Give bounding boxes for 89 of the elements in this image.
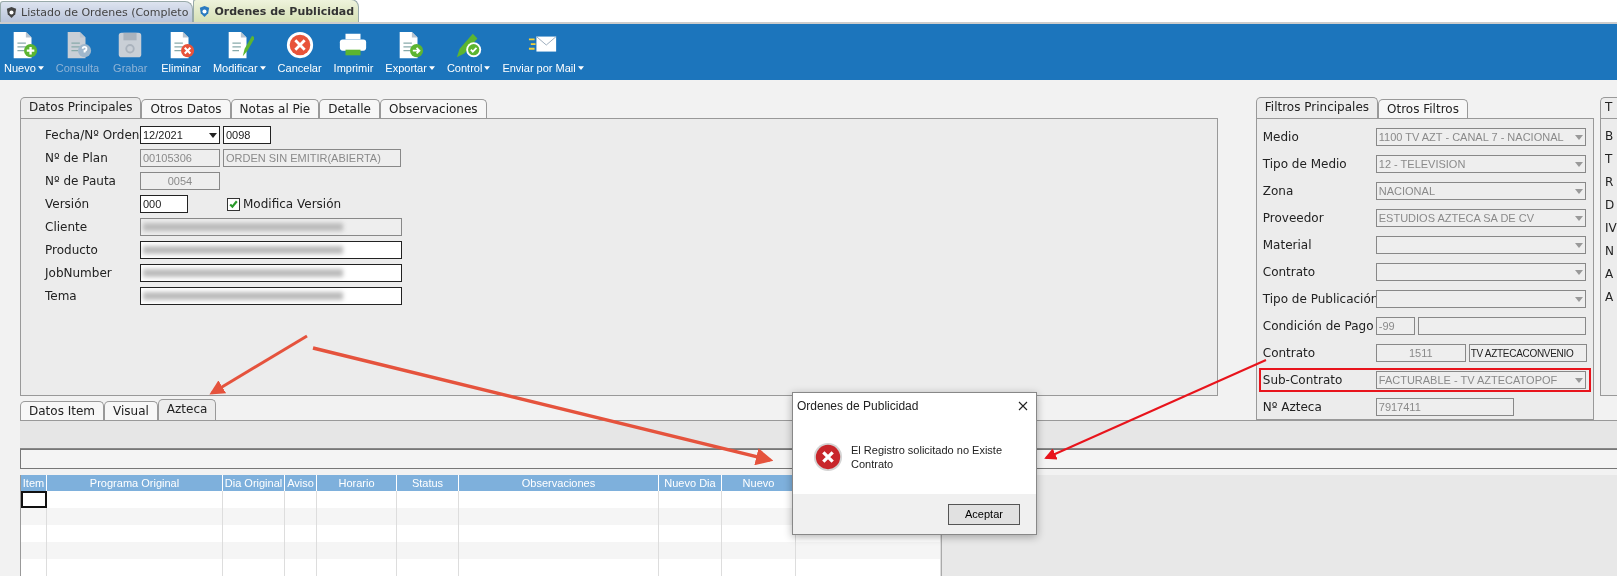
dropdown-field[interactable]: NACIONAL [1375, 182, 1586, 200]
field-label: Tema [45, 289, 78, 303]
field-label: Proveedor [1262, 211, 1325, 225]
field-label: Versión [45, 197, 91, 211]
dropdown-field[interactable] [1375, 263, 1586, 281]
dropdown-arrow-icon [1574, 242, 1583, 248]
field-label: Sub-Contrato [1262, 373, 1344, 387]
tab[interactable]: Filtros Principales [1255, 97, 1378, 118]
field-label: D [1605, 198, 1616, 214]
plan-number-field: 00105306 [140, 149, 220, 167]
toolbar-button[interactable]: Modificar [208, 30, 270, 74]
toolbar-button[interactable]: Eliminar [157, 30, 205, 74]
check-icon [228, 198, 239, 210]
toolbar-button[interactable]: Cancelar [273, 30, 326, 74]
dropdown-arrow-icon [1574, 134, 1583, 140]
status-field: ORDEN SIN EMITIR(ABIERTA) [223, 149, 401, 167]
dropdown-field[interactable]: 1100 TV AZT - CANAL 7 - NACIONAL [1375, 128, 1586, 146]
field-label: Nº Azteca [1262, 400, 1323, 414]
dropdown-arrow-icon [1574, 269, 1583, 275]
field-label: Fecha/Nº Orden [45, 128, 137, 142]
dropdown-arrow-icon [1574, 377, 1583, 383]
tab[interactable]: Otros Filtros [1378, 99, 1468, 118]
month-dropdown[interactable]: 12/2021 [140, 126, 220, 144]
error-icon [813, 441, 843, 472]
field-label: B [1605, 129, 1615, 145]
field-label: Cliente [45, 220, 89, 234]
pauta-field: 0054 [140, 172, 220, 190]
tab[interactable]: Datos Principales [20, 97, 142, 118]
field-label: Material [1262, 238, 1313, 252]
field-label: IV [1605, 221, 1617, 237]
tab[interactable]: Observaciones [380, 99, 487, 118]
tab[interactable]: Notas al Pie [230, 99, 320, 118]
tab[interactable]: Visual [104, 401, 158, 420]
document-tab[interactable]: Ordenes de Publicidad [193, 0, 360, 22]
dropdown-field[interactable]: 12 - TELEVISION [1375, 155, 1586, 173]
tab[interactable]: T [1600, 97, 1617, 118]
toolbar-button[interactable]: Exportar [381, 30, 439, 74]
focused-cell[interactable] [21, 491, 47, 508]
field-label: R [1605, 175, 1615, 191]
toolbar-button[interactable]: Enviar por Mail [498, 30, 588, 74]
field-label: Condición de Pago [1262, 319, 1375, 333]
field-label: Contrato [1262, 265, 1317, 279]
toolbar-button[interactable]: Imprimir [329, 30, 378, 74]
close-icon[interactable] [1018, 401, 1028, 411]
cancel-icon [284, 30, 315, 60]
dropdown-arrow-icon [1574, 215, 1583, 221]
dialog-title: Ordenes de Publicidad [797, 399, 919, 413]
shield-icon [5, 5, 18, 19]
dropdown-field[interactable]: FACTURABLE - TV AZTECATOPOF [1375, 371, 1586, 389]
payment-code-field: -99 [1375, 317, 1415, 335]
version-field[interactable]: 000 [140, 195, 188, 213]
field-label: JobNumber [45, 266, 113, 280]
toolbar-button[interactable]: Control [442, 30, 495, 74]
dropdown-field[interactable] [1375, 290, 1586, 308]
dropdown-arrow-icon [209, 132, 217, 138]
order-number-field[interactable]: 0098 [223, 126, 271, 144]
field-label: N [1605, 244, 1615, 260]
dropdown-arrow-icon [1574, 161, 1583, 167]
field-label: Medio [1262, 130, 1300, 144]
field-label: Nº de Pauta [45, 174, 117, 188]
dropdown-arrow-icon [1574, 188, 1583, 194]
field-label: Zona [1262, 184, 1295, 198]
dropdown-arrow-icon [1574, 296, 1583, 302]
dropdown-field[interactable] [1375, 236, 1586, 254]
field-label: Tipo de Publicación [1262, 292, 1376, 306]
tab[interactable]: Otros Datos [141, 99, 231, 118]
accept-button[interactable]: Aceptar [948, 503, 1020, 525]
field-label: Tipo de Medio [1262, 157, 1348, 171]
contract-name-field: TV AZTECACONVENIO [1468, 344, 1587, 362]
field-label: Nº de Plan [45, 151, 109, 165]
text-field[interactable] [140, 264, 402, 282]
document-tab[interactable]: Listado de Ordenes (Completo [0, 1, 194, 22]
tab[interactable]: Datos Item [20, 401, 105, 420]
toolbar-button[interactable]: Nuevo [0, 30, 48, 74]
field-label: A [1605, 267, 1615, 283]
text-field[interactable] [140, 287, 402, 305]
field-label: Producto [45, 243, 99, 257]
tab[interactable]: Azteca [157, 399, 217, 420]
field-label: A [1605, 290, 1615, 306]
dropdown-field[interactable]: ESTUDIOS AZTECA SA DE CV [1375, 209, 1586, 227]
shield-icon [198, 4, 212, 18]
field-label: Contrato [1262, 346, 1317, 360]
field-label: T [1605, 152, 1614, 168]
tab[interactable]: Detalle [319, 99, 380, 118]
checkbox[interactable]: Modifica Versión [227, 197, 342, 211]
azteca-number-field: 7917411 [1375, 398, 1514, 416]
contract-number-field: 1511 [1375, 344, 1466, 362]
text-field[interactable] [140, 241, 402, 259]
dialog-message: El Registro solicitado no Existe Contrato [851, 442, 1003, 471]
